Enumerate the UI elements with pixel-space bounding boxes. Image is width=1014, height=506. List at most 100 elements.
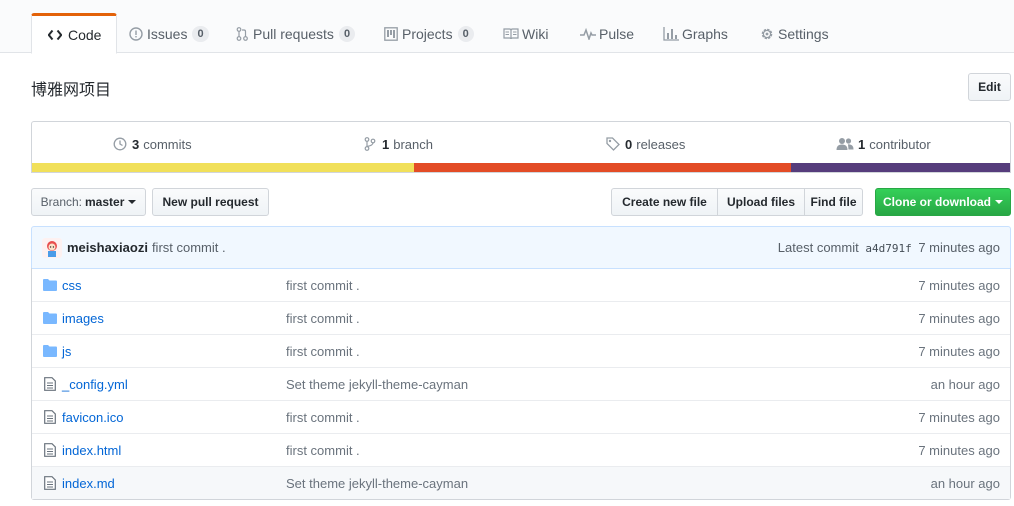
issue-opened-icon [128, 26, 144, 42]
file-text-icon [42, 376, 58, 392]
commits-count: 3 [132, 136, 140, 152]
branch-link[interactable]: 1 branch [362, 135, 433, 153]
file-age: 7 minutes ago [918, 277, 1000, 293]
file-name-link[interactable]: index.html [62, 443, 121, 458]
file-commit-message[interactable]: first commit . [286, 278, 360, 293]
file-commit-message[interactable]: first commit . [286, 344, 360, 359]
file-text-icon [42, 475, 58, 491]
projects-counter: 0 [457, 25, 474, 42]
avatar[interactable] [42, 237, 62, 258]
branch-prefix: Branch: [40, 195, 82, 209]
book-icon [503, 26, 519, 42]
file-commit-message[interactable]: Set theme jekyll-theme-cayman [286, 476, 468, 491]
edit-button[interactable]: Edit [968, 73, 1011, 101]
repo-description: 博雅网项目 [31, 80, 112, 99]
tab-projects[interactable]: Projects 0 [383, 13, 474, 54]
file-commit-message[interactable]: first commit . [286, 410, 360, 425]
commits-link[interactable]: 3 commits [112, 135, 192, 153]
language-segment[interactable] [414, 163, 791, 172]
file-row[interactable]: index.md Set theme jekyll-theme-cayman an … [32, 466, 1010, 499]
history-icon [112, 136, 128, 152]
tab-label: Wiki [522, 25, 549, 42]
repo-nav: Code Issues 0 Pull requests 0 Projects 0… [0, 0, 1014, 54]
tab-label: Settings [778, 25, 829, 42]
contributor-count: 1 [858, 136, 866, 152]
branch-label: branch [393, 136, 433, 152]
file-name-link[interactable]: js [62, 344, 71, 359]
branch-select-button[interactable]: Branch: master [31, 188, 146, 216]
commit-meta: Latest commit a4d791f 7 minutes ago [778, 240, 1000, 255]
branch-name: master [85, 195, 125, 209]
tab-label: Projects [402, 25, 453, 42]
commits-label: commits [143, 136, 192, 152]
issues-counter: 0 [192, 25, 209, 42]
tab-code[interactable]: Code [31, 13, 118, 54]
find-file-button[interactable]: Find file [804, 188, 863, 216]
tab-graphs[interactable]: Graphs [663, 13, 728, 54]
tab-label: Pull requests [253, 25, 334, 42]
tab-label: Pulse [599, 25, 635, 42]
file-row[interactable]: _config.yml Set theme jekyll-theme-cayman… [32, 367, 1010, 400]
file-commit-message[interactable]: Set theme jekyll-theme-cayman [286, 377, 468, 392]
file-row[interactable]: images first commit . 7 minutes ago [32, 301, 1010, 334]
file-row[interactable]: favicon.ico first commit . 7 minutes ago [32, 400, 1010, 433]
create-new-file-button[interactable]: Create new file [611, 188, 718, 216]
file-row[interactable]: js first commit . 7 minutes ago [32, 334, 1010, 367]
tab-pull-requests[interactable]: Pull requests 0 [234, 13, 356, 54]
git-pull-request-icon [234, 26, 250, 42]
dropdown-caret-icon [995, 200, 1003, 204]
file-text-icon [42, 442, 58, 458]
tag-icon [605, 136, 621, 152]
file-row[interactable]: index.html first commit . 7 minutes ago [32, 433, 1010, 466]
folder-icon [42, 277, 58, 293]
tab-settings[interactable]: Settings [759, 13, 829, 54]
code-icon [47, 27, 63, 43]
file-name-link[interactable]: index.md [62, 476, 115, 491]
file-name-link[interactable]: _config.yml [62, 377, 128, 392]
releases-count: 0 [625, 136, 633, 152]
organization-icon [836, 136, 854, 152]
folder-icon [42, 343, 58, 359]
file-name-link[interactable]: css [62, 278, 82, 293]
language-segment[interactable] [32, 163, 415, 172]
contributors-link[interactable]: 1 contributor [836, 135, 931, 153]
file-age: an hour ago [930, 475, 1000, 491]
upload-files-button[interactable]: Upload files [717, 188, 805, 216]
latest-commit-bar: meishaxiaozi first commit . Latest commi… [31, 226, 1011, 269]
commit-sha[interactable]: a4d791f [865, 242, 911, 255]
file-text-icon [42, 409, 58, 425]
file-name-link[interactable]: images [62, 311, 104, 326]
git-branch-icon [362, 136, 378, 152]
clone-label: Clone or download [883, 195, 991, 209]
file-row[interactable]: css first commit . 7 minutes ago [32, 268, 1010, 301]
file-list: css first commit . 7 minutes ago images firs… [31, 268, 1011, 500]
file-actions-group: Create new file Upload files Find file [611, 188, 863, 216]
tab-label: Issues [147, 25, 188, 42]
project-icon [383, 26, 399, 42]
commit-author[interactable]: meishaxiaozi [67, 240, 148, 255]
file-age: 7 minutes ago [918, 442, 1000, 458]
tab-label: Code [68, 26, 102, 43]
graph-icon [663, 26, 679, 42]
tab-issues[interactable]: Issues 0 [128, 13, 209, 54]
branch-count: 1 [382, 136, 390, 152]
new-pull-request-button[interactable]: New pull request [152, 188, 269, 216]
dropdown-caret-icon [128, 200, 137, 204]
file-commit-message[interactable]: first commit . [286, 311, 360, 326]
tab-wiki[interactable]: Wiki [503, 13, 548, 54]
file-age: an hour ago [930, 376, 1000, 392]
file-name-link[interactable]: favicon.ico [62, 410, 123, 425]
tab-pulse[interactable]: Pulse [580, 13, 634, 54]
file-age: 7 minutes ago [918, 310, 1000, 326]
commit-message[interactable]: first commit . [152, 240, 226, 255]
releases-label: releases [636, 136, 686, 152]
repository-language-bar[interactable] [32, 163, 1010, 172]
file-age: 7 minutes ago [918, 409, 1000, 425]
pulse-icon [580, 26, 596, 42]
file-age: 7 minutes ago [918, 343, 1000, 359]
file-commit-message[interactable]: first commit . [286, 443, 360, 458]
gear-icon [759, 26, 775, 42]
releases-link[interactable]: 0 releases [605, 135, 685, 153]
language-segment[interactable] [790, 163, 1010, 172]
clone-or-download-button[interactable]: Clone or download [875, 188, 1011, 216]
